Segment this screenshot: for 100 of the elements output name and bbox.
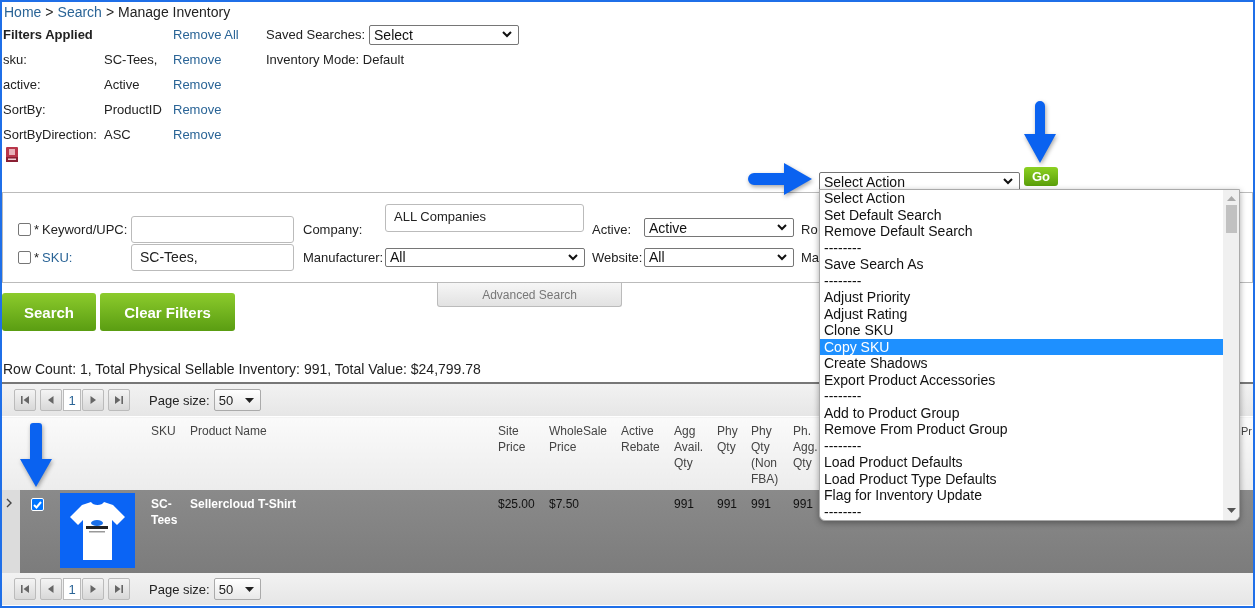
remove-all-link[interactable]: Remove All	[173, 27, 239, 42]
table-cell: Sellercloud T-Shirt	[188, 490, 496, 573]
next-page-button[interactable]	[82, 389, 104, 411]
last-page-button[interactable]	[108, 389, 130, 411]
last-page-icon	[114, 584, 124, 594]
chevron-down-icon	[777, 224, 787, 231]
menu-item[interactable]: --------	[820, 437, 1223, 454]
remove-link[interactable]: Remove	[173, 127, 222, 142]
column-header[interactable]: SKU	[151, 423, 176, 439]
menu-item[interactable]: Load Product Type Defaults	[820, 470, 1223, 487]
menu-item[interactable]: Adjust Priority	[820, 289, 1223, 306]
chevron-down-icon	[1003, 178, 1013, 185]
next-page-icon	[88, 395, 98, 405]
document-icon[interactable]	[5, 147, 19, 162]
breadcrumb-link[interactable]: Search	[57, 4, 102, 20]
scrollbar-thumb[interactable]	[1225, 205, 1237, 233]
column-header[interactable]: Product Name	[190, 423, 267, 439]
next-page-icon	[88, 584, 98, 594]
field-label: Manufacturer:	[303, 249, 384, 265]
page-number[interactable]: 1	[63, 578, 81, 600]
dropdown-select[interactable]: All	[385, 247, 585, 267]
chevron-down-icon	[568, 253, 578, 261]
dropdown-select[interactable]: Active	[644, 218, 794, 237]
menu-item[interactable]: --------	[820, 388, 1223, 405]
menu-item[interactable]: Save Search As	[820, 256, 1223, 273]
scroll-down-icon[interactable]	[1226, 508, 1236, 514]
chevron-down-icon	[777, 253, 787, 261]
breadcrumb-link[interactable]: Home	[4, 4, 42, 20]
menu-item[interactable]: Adjust Rating	[820, 305, 1223, 322]
first-page-button[interactable]	[14, 578, 36, 600]
pointer-arrow	[748, 163, 812, 195]
caret-down-icon	[244, 586, 254, 592]
filters-title: Filters Applied	[3, 27, 94, 42]
table-cell: SC-Tees	[149, 490, 188, 573]
previous-page-button[interactable]	[40, 578, 62, 600]
filter-name: SortBy:	[3, 102, 47, 117]
last-page-icon	[114, 395, 124, 405]
pointer-arrow	[1024, 101, 1056, 163]
remove-link[interactable]: Remove	[173, 102, 222, 117]
table-cell: 991	[749, 490, 791, 573]
filter-value: Active	[104, 77, 141, 92]
required-mark: *	[34, 249, 40, 265]
checkbox[interactable]	[18, 223, 31, 236]
filter-name: SortByDirection:	[3, 127, 98, 142]
chevron-right-icon[interactable]	[6, 498, 13, 508]
menu-item[interactable]: Load Product Defaults	[820, 454, 1223, 471]
text-field[interactable]	[131, 216, 294, 243]
page-size-label: Page size:	[149, 581, 210, 597]
field-link[interactable]: SKU:	[42, 249, 73, 265]
dropdown-select[interactable]: All	[644, 247, 794, 267]
advanced-search-button[interactable]: Advanced Search	[437, 283, 622, 307]
page-number[interactable]: 1	[63, 389, 81, 411]
summary-text: Row Count: 1, Total Physical Sellable Inventory: 991, Total Value: $24,799.78	[3, 361, 481, 377]
menu-item[interactable]: --------	[820, 272, 1223, 289]
text-field[interactable]: SC-Tees,	[131, 243, 294, 271]
checkbox[interactable]	[18, 250, 31, 264]
table-cell: $7.50	[547, 490, 619, 573]
menu-item[interactable]: Add to Product Group	[820, 404, 1223, 421]
page-size-label: Page size:	[149, 392, 210, 408]
caret-down-icon	[244, 397, 254, 403]
filter-value: SC-Tees,	[104, 52, 159, 67]
scrollbar[interactable]	[1223, 190, 1239, 520]
table-cell: 991	[715, 490, 749, 573]
pointer-arrow	[20, 423, 52, 487]
next-page-button[interactable]	[82, 578, 104, 600]
field-label: Keyword/UPC:	[42, 222, 128, 237]
menu-item[interactable]: Set Default Search	[820, 206, 1223, 223]
table-cell: 991	[672, 490, 715, 573]
remove-link[interactable]: Remove	[173, 77, 222, 92]
menu-item[interactable]: Create Shadows	[820, 355, 1223, 372]
company-field[interactable]: ALL Companies	[385, 204, 584, 232]
previous-page-icon	[46, 395, 56, 405]
remove-link[interactable]: Remove	[173, 52, 222, 67]
filter-value: ProductID	[104, 102, 163, 117]
field-label: Active:	[592, 222, 631, 237]
menu-item[interactable]: Select Action	[820, 190, 1223, 207]
menu-item[interactable]: Remove Default Search	[820, 223, 1223, 240]
filter-name: active:	[3, 77, 42, 92]
breadcrumb-separator: >	[105, 4, 115, 20]
page-size-select[interactable]: 50	[213, 578, 261, 600]
menu-item[interactable]: --------	[820, 239, 1223, 256]
menu-item[interactable]: Clone SKU	[820, 322, 1223, 339]
last-page-button[interactable]	[108, 578, 130, 600]
first-page-button[interactable]	[14, 389, 36, 411]
row-checkbox[interactable]	[31, 498, 44, 511]
chevron-down-icon	[502, 31, 512, 38]
first-page-icon	[20, 584, 30, 594]
field-label: Ro	[801, 222, 818, 237]
page-size-select[interactable]: 50	[213, 389, 261, 411]
saved-searches-select[interactable]: Select	[369, 24, 519, 45]
previous-page-icon	[46, 584, 56, 594]
breadcrumb-current: Manage Inventory	[118, 4, 231, 20]
column-header[interactable]: Pr	[1241, 425, 1252, 437]
menu-item[interactable]: Remove From Product Group	[820, 421, 1223, 438]
menu-item[interactable]: Export Product Accessories	[820, 371, 1223, 388]
breadcrumb-separator: >	[45, 4, 54, 20]
field-label: Ma	[801, 249, 820, 265]
saved-searches-label: Saved Searches:	[266, 27, 365, 42]
field-label: Company:	[303, 222, 363, 237]
previous-page-button[interactable]	[40, 389, 62, 411]
